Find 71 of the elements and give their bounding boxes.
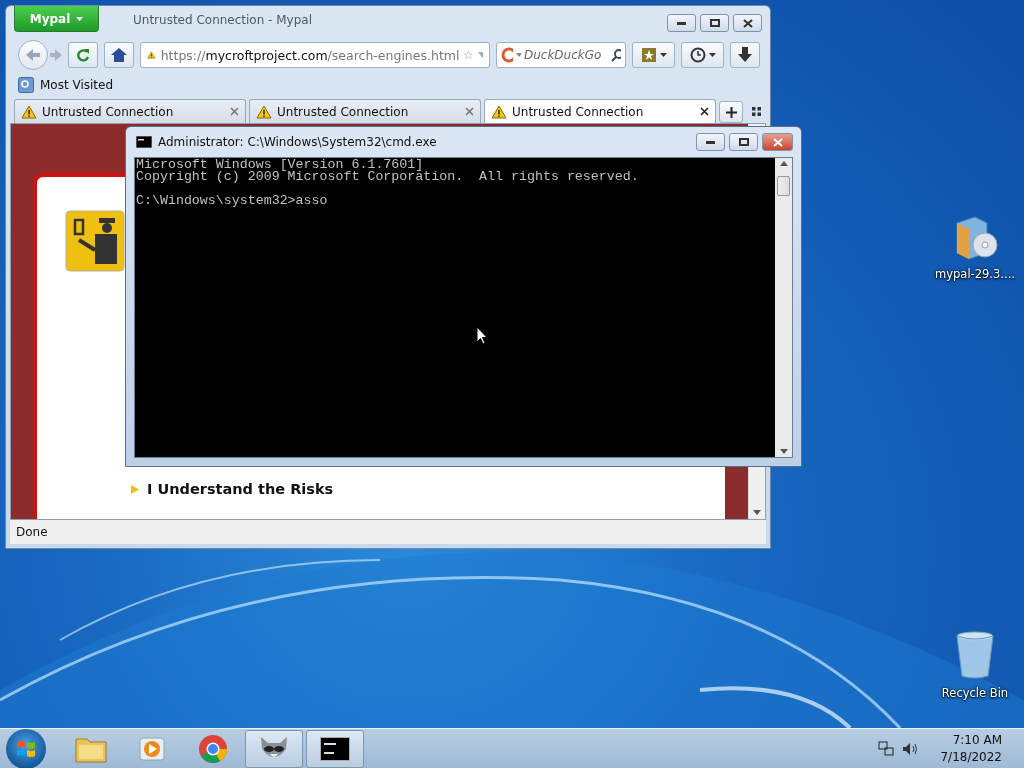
chrome-icon — [198, 733, 228, 764]
recycle-bin-icon — [955, 630, 995, 680]
close-icon — [772, 137, 783, 147]
windows-logo — [16, 738, 36, 759]
browser-tab[interactable]: Untrusted Connection — [14, 99, 246, 123]
maximize-icon — [709, 19, 720, 27]
new-tab-button[interactable] — [719, 101, 743, 123]
caret-icon — [708, 53, 716, 57]
volume-icon[interactable] — [902, 741, 919, 756]
media-player-icon — [138, 734, 166, 763]
warning-icon — [491, 104, 507, 119]
caret-icon — [76, 16, 84, 21]
desktop-shortcut[interactable]: Recycle Bin — [933, 630, 1017, 700]
taskbar-app[interactable] — [245, 729, 303, 768]
browser-tab[interactable]: Untrusted Connection — [484, 99, 716, 123]
reload-icon — [76, 48, 90, 62]
caret-icon — [659, 53, 667, 57]
browser-tab[interactable]: Untrusted Connection — [249, 99, 481, 123]
clock[interactable]: 7:10 AM 7/18/2022 — [940, 731, 1002, 766]
home-icon — [111, 48, 127, 62]
officer-icon — [65, 210, 125, 272]
scroll-down-icon[interactable] — [779, 449, 788, 454]
download-button[interactable] — [730, 42, 760, 68]
close-button[interactable] — [733, 14, 762, 32]
minimize-icon — [677, 21, 686, 25]
desktop-shortcut[interactable]: mypal-29.3.... — [933, 213, 1017, 281]
network-icon[interactable] — [878, 740, 895, 757]
console-line: Microsoft Windows [Version 6.1.7601] — [136, 159, 424, 171]
warning-icon — [147, 48, 156, 62]
minimize-button[interactable] — [667, 14, 696, 32]
star-icon — [640, 47, 657, 63]
home-button[interactable] — [104, 42, 134, 68]
back-arrow-icon — [26, 49, 40, 61]
clock-icon — [689, 47, 706, 63]
console-icon — [320, 736, 350, 761]
history-button[interactable] — [681, 42, 724, 68]
download-icon — [738, 47, 752, 63]
warning-icon — [256, 104, 272, 119]
status-bar: Done — [10, 520, 766, 544]
plus-icon — [725, 106, 737, 118]
close-icon — [742, 18, 753, 28]
tab-list-icon[interactable] — [752, 107, 761, 116]
minimize-button[interactable] — [696, 133, 725, 151]
start-button[interactable] — [6, 728, 46, 768]
bookmark-item[interactable]: Most Visited — [18, 77, 114, 93]
scroll-up-icon[interactable] — [779, 161, 788, 166]
warning-icon — [21, 104, 37, 119]
bookmark-icon — [18, 77, 34, 93]
scrollbar[interactable] — [775, 158, 792, 457]
maximize-icon — [738, 138, 749, 146]
maximize-button[interactable] — [700, 14, 729, 32]
reload-button[interactable] — [68, 42, 98, 68]
understand-risks-link[interactable]: I Understand the Risks — [147, 481, 334, 497]
search-icon[interactable] — [610, 48, 621, 62]
maximize-button[interactable] — [729, 133, 758, 151]
console-icon — [136, 136, 152, 148]
cursor-icon — [476, 326, 488, 345]
minimize-icon — [706, 140, 715, 144]
console-line: Copyright (c) 2009 Microsoft Corporation. All rights reserved. — [136, 171, 640, 183]
taskbar-app[interactable] — [306, 729, 364, 768]
triangle-icon — [131, 484, 139, 494]
bookmarks-button[interactable] — [632, 42, 675, 68]
window-title: Administrator: C:\Windows\System32\cmd.exe — [158, 135, 438, 149]
address-field[interactable]: https://mycroftproject.com/search-engines.html — [140, 42, 490, 68]
window-title: Untrusted Connection - Mypal — [133, 13, 314, 27]
scroll-thumb[interactable] — [777, 176, 790, 196]
caret-icon — [516, 53, 521, 57]
command-prompt: C:\Windows\system32>asso — [136, 195, 329, 207]
search-bar[interactable]: DuckDuckGo — [496, 42, 626, 68]
close-icon[interactable] — [700, 107, 709, 116]
scroll-down-icon[interactable] — [753, 510, 761, 515]
